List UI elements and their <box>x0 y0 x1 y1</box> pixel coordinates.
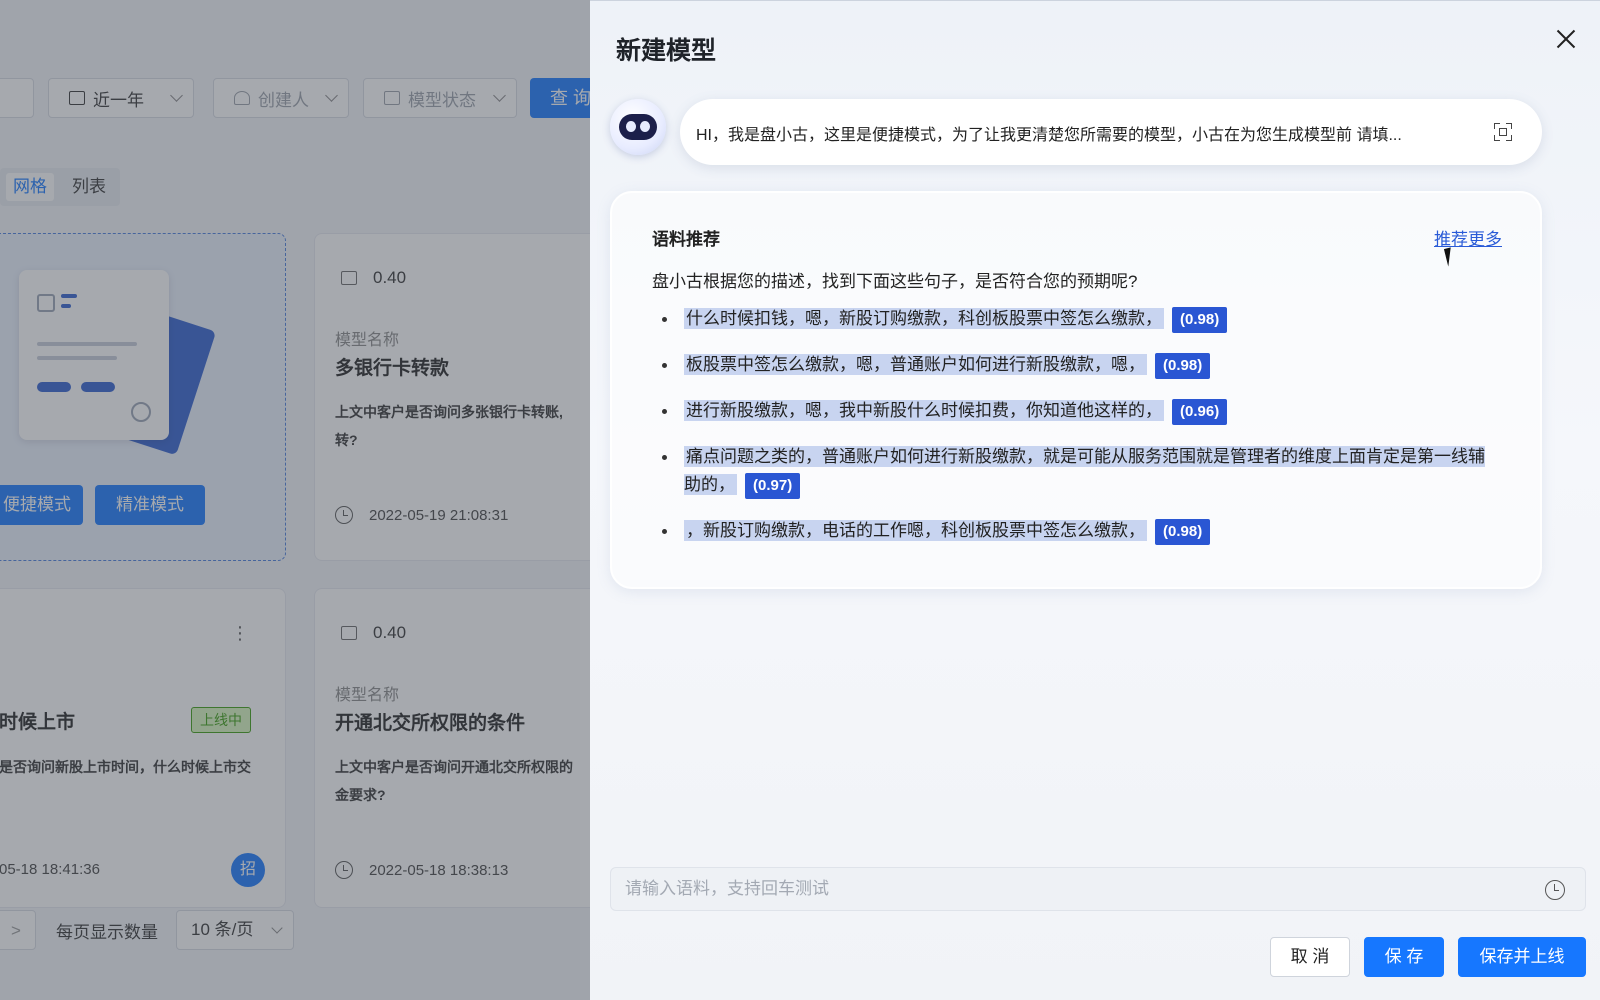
recommendation-heading: 语料推荐 <box>652 230 720 249</box>
recommendation-subtitle: 盘小古根据您的描述，找到下面这些句子，是否符合您的预期呢? <box>652 272 1138 291</box>
sentence-text: 板股票中签怎么缴款，嗯，普通账户如何进行新股缴款，嗯， <box>684 354 1147 375</box>
modal-mask[interactable] <box>0 0 590 1000</box>
similarity-score: (0.98) <box>1155 353 1211 379</box>
list-item[interactable]: 进行新股缴款，嗯，我中新股什么时候扣费，你知道他这样的， (0.96) <box>660 397 1500 425</box>
assistant-avatar <box>610 99 666 155</box>
similarity-score: (0.96) <box>1172 399 1228 425</box>
assistant-message-text: HI，我是盘小古，这里是便捷模式，为了让我更清楚您所需要的模型，小古在为您生成模… <box>696 127 1402 144</box>
history-icon[interactable] <box>1545 880 1565 900</box>
cancel-button[interactable]: 取 消 <box>1270 937 1350 977</box>
corpus-input-bar <box>610 867 1586 911</box>
list-item[interactable]: 什么时候扣钱，嗯，新股订购缴款，科创板股票中签怎么缴款， (0.98) <box>660 305 1500 333</box>
drawer-title: 新建模型 <box>616 37 717 65</box>
save-and-publish-button[interactable]: 保存并上线 <box>1458 937 1586 977</box>
similarity-score: (0.98) <box>1155 519 1211 545</box>
list-item[interactable]: ，新股订购缴款，电话的工作嗯，科创板股票中签怎么缴款， (0.98) <box>660 517 1500 545</box>
sentence-text: 痛点问题之类的，普通账户如何进行新股缴款，就是可能从服务范围就是管理者的维度上面… <box>684 446 1485 495</box>
bullet-icon <box>662 363 667 368</box>
bullet-icon <box>662 409 667 414</box>
save-button[interactable]: 保 存 <box>1364 937 1444 977</box>
recommendation-list: 什么时候扣钱，嗯，新股订购缴款，科创板股票中签怎么缴款， (0.98) 板股票中签… <box>660 305 1500 563</box>
sentence-text: 进行新股缴款，嗯，我中新股什么时候扣费，你知道他这样的， <box>684 400 1164 421</box>
bullet-icon <box>662 455 667 460</box>
sentence-text: ，新股订购缴款，电话的工作嗯，科创板股票中签怎么缴款， <box>684 520 1147 541</box>
sentence-text: 什么时候扣钱，嗯，新股订购缴款，科创板股票中签怎么缴款， <box>684 308 1164 329</box>
bullet-icon <box>662 317 667 322</box>
corpus-recommendation-card: 语料推荐 推荐更多 盘小古根据您的描述，找到下面这些句子，是否符合您的预期呢? … <box>610 191 1542 589</box>
recommend-more-link[interactable]: 推荐更多 <box>1434 225 1502 250</box>
new-model-drawer: 新建模型 HI，我是盘小古，这里是便捷模式，为了让我更清楚您所需要的模型，小古在… <box>590 0 1600 1000</box>
similarity-score: (0.97) <box>745 473 801 499</box>
corpus-input[interactable] <box>625 868 1505 910</box>
close-icon[interactable] <box>1554 27 1578 51</box>
expand-icon[interactable] <box>1494 123 1512 141</box>
assistant-message-bubble: HI，我是盘小古，这里是便捷模式，为了让我更清楚您所需要的模型，小古在为您生成模… <box>680 99 1542 165</box>
list-item[interactable]: 痛点问题之类的，普通账户如何进行新股缴款，就是可能从服务范围就是管理者的维度上面… <box>660 443 1500 499</box>
list-item[interactable]: 板股票中签怎么缴款，嗯，普通账户如何进行新股缴款，嗯， (0.98) <box>660 351 1500 379</box>
similarity-score: (0.98) <box>1172 307 1228 333</box>
bullet-icon <box>662 529 667 534</box>
